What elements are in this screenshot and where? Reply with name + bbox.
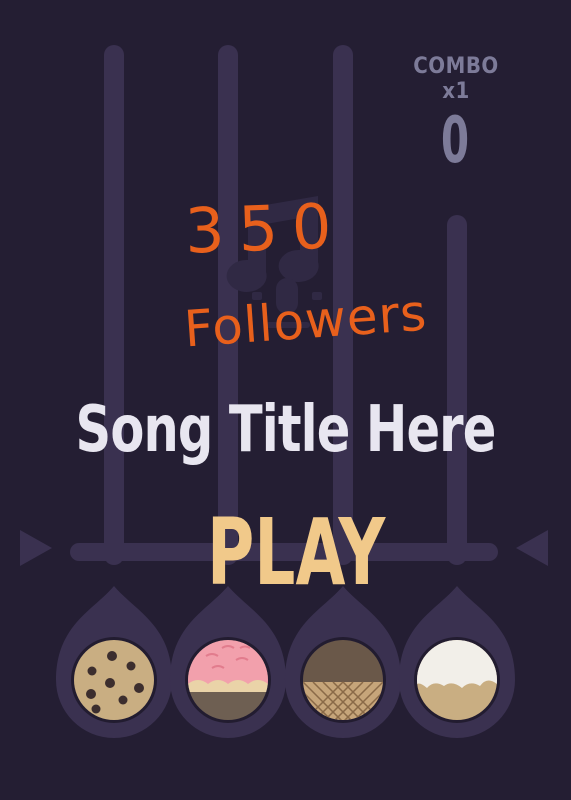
left-arrow-icon	[20, 530, 52, 566]
right-arrow-icon	[516, 530, 548, 566]
game-stage: COMBO x1 0 350 Followers Song Title Here…	[0, 0, 571, 800]
lane-track-4	[447, 215, 467, 565]
lane-track-1	[104, 45, 124, 565]
handwritten-number: 350	[183, 189, 347, 268]
combo-counter: 0	[440, 104, 470, 178]
combo-label: COMBO x1	[413, 54, 499, 104]
cookie-receptor[interactable]	[71, 637, 157, 723]
vanilla-receptor[interactable]	[414, 637, 500, 723]
strawberry-receptor[interactable]	[185, 637, 271, 723]
play-button[interactable]: PLAY	[207, 498, 385, 608]
song-title: Song Title Here	[75, 393, 497, 467]
